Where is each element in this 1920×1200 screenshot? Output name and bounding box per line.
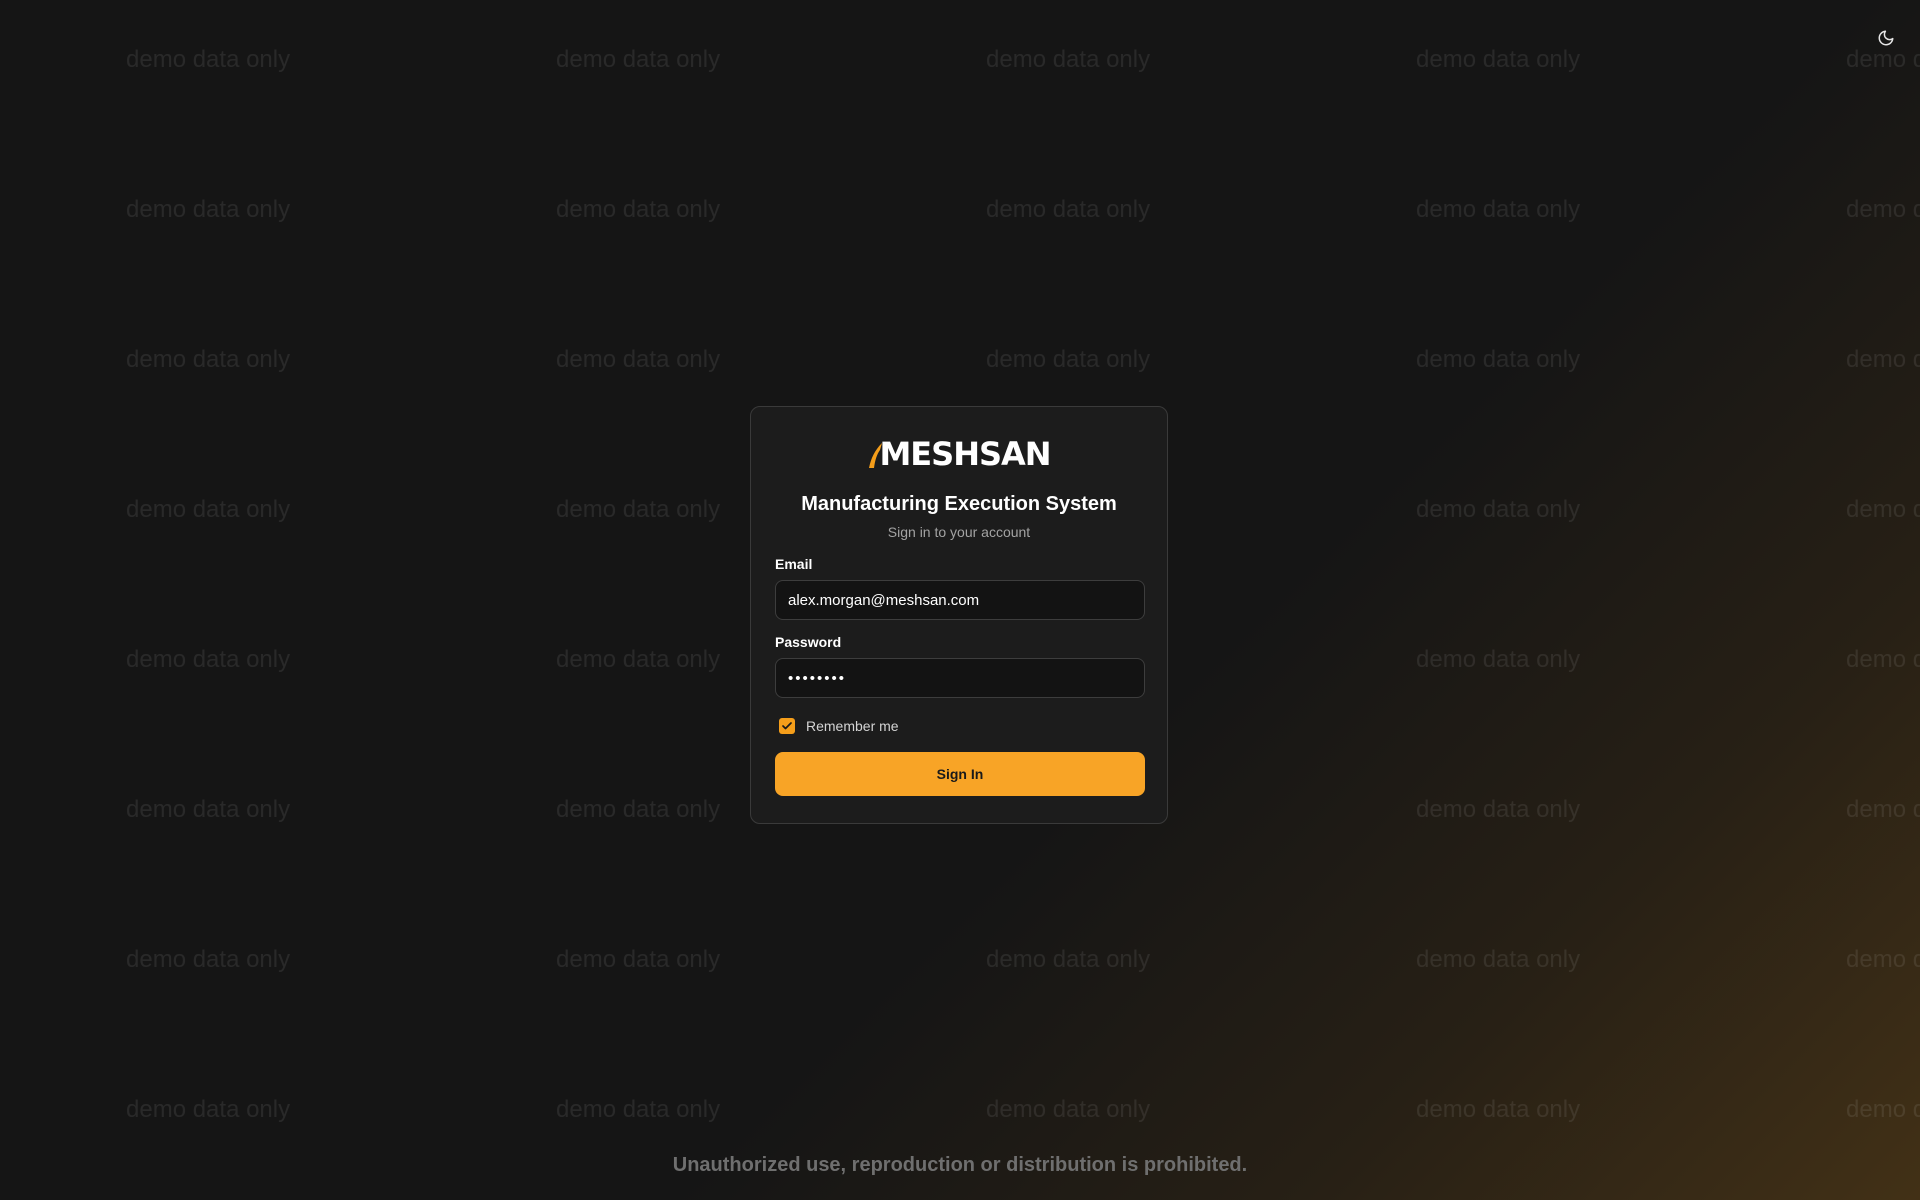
watermark-text: demo data only xyxy=(1846,796,1920,823)
sign-in-button[interactable]: Sign In xyxy=(775,752,1145,796)
brand-name: MESHSAN xyxy=(879,435,1051,473)
moon-icon xyxy=(1878,30,1894,46)
watermark-row: demo data only demo data only demo data on… xyxy=(0,1097,1920,1123)
watermark-text: demo data only xyxy=(1416,496,1581,523)
watermark-text: demo data only xyxy=(1846,646,1920,673)
watermark-text: demo data only xyxy=(986,346,1151,373)
watermark-text: demo data only xyxy=(0,797,126,823)
login-card: MESHSAN Manufacturing Execution System S… xyxy=(750,406,1168,824)
watermark-text: demo data only xyxy=(126,1096,291,1123)
watermark-text: demo data only xyxy=(126,346,291,373)
watermark-row: demo data only demo data only demo data on… xyxy=(0,197,1920,223)
watermark-text: demo data only xyxy=(1416,796,1581,823)
watermark-text: demo data only xyxy=(1846,946,1920,973)
watermark-text: demo data only xyxy=(1846,196,1920,223)
watermark-text: demo data only xyxy=(126,496,291,523)
email-field[interactable] xyxy=(775,580,1145,620)
watermark-row: demo data only demo data only demo data on… xyxy=(126,347,1920,373)
watermark-text: demo data only xyxy=(126,46,291,73)
remember-me-row: Remember me xyxy=(775,716,1143,736)
watermark-text: demo data only xyxy=(1416,946,1581,973)
page-subtitle: Sign in to your account xyxy=(887,524,1031,540)
watermark-text: demo data only xyxy=(1846,346,1920,373)
watermark-text: demo data only xyxy=(1846,496,1920,523)
watermark-row: demo data only demo data only demo data on… xyxy=(126,47,1920,73)
watermark-text: demo data only xyxy=(1416,346,1581,373)
watermark-text: demo data only xyxy=(1416,646,1581,673)
watermark-text: demo data only xyxy=(986,196,1151,223)
remember-me-label[interactable]: Remember me xyxy=(806,718,899,734)
password-field[interactable] xyxy=(775,658,1145,698)
page-title: Manufacturing Execution System xyxy=(801,493,1117,515)
watermark-text: demo data only xyxy=(1416,196,1581,223)
watermark-text: demo data only xyxy=(0,1097,126,1123)
watermark-text: demo data only xyxy=(556,946,721,973)
brand-logo: MESHSAN xyxy=(775,433,1143,475)
watermark-text: demo data only xyxy=(1846,1096,1920,1123)
watermark-text: demo data only xyxy=(0,497,126,523)
watermark-row: demo data only demo data only demo data on… xyxy=(126,947,1920,973)
email-label: Email xyxy=(775,556,813,572)
remember-me-checkbox[interactable] xyxy=(779,718,795,734)
watermark-text: demo data only xyxy=(986,1096,1151,1123)
check-icon xyxy=(782,722,792,730)
password-label: Password xyxy=(775,634,842,650)
watermark-text: demo data only xyxy=(556,46,721,73)
watermark-text: demo data only xyxy=(126,196,291,223)
watermark-text: demo data only xyxy=(556,196,721,223)
watermark-text: demo data only xyxy=(986,46,1151,73)
watermark-text: demo data only xyxy=(986,946,1151,973)
legal-notice: Unauthorized use, reproduction or distri… xyxy=(672,1154,1248,1176)
watermark-text: demo data only xyxy=(556,346,721,373)
watermark-text: demo data only xyxy=(126,946,291,973)
watermark-text: demo data only xyxy=(556,1096,721,1123)
watermark-text: demo data only xyxy=(126,646,291,673)
watermark-text: demo data only xyxy=(0,197,126,223)
watermark-text: demo data only xyxy=(1416,1096,1581,1123)
theme-toggle-button[interactable] xyxy=(1872,24,1900,52)
watermark-text: demo data only xyxy=(126,796,291,823)
watermark-text: demo data only xyxy=(1416,46,1581,73)
